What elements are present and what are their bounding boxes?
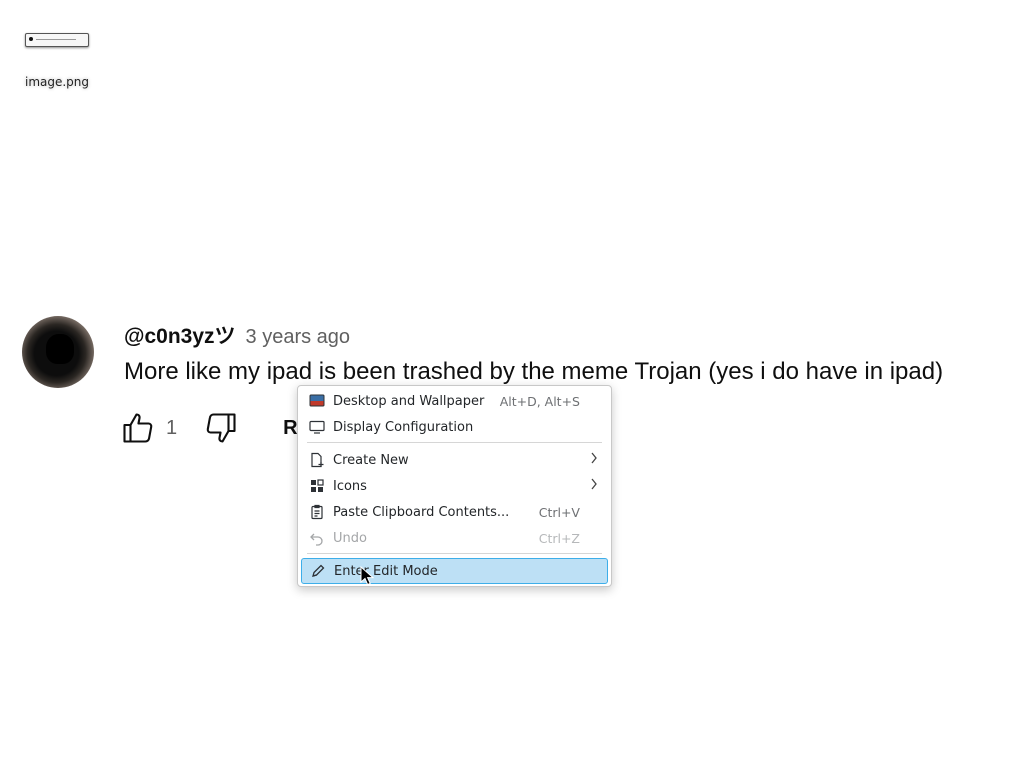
grid-icon: [309, 478, 325, 494]
desktop-file-label: image.png: [24, 75, 90, 89]
comment-timestamp[interactable]: 3 years ago: [246, 326, 351, 349]
menu-item-shortcut: Ctrl+V: [538, 504, 580, 520]
mouse-cursor-icon: [360, 566, 374, 586]
menu-item-label: Desktop and Wallpaper: [333, 393, 485, 409]
menu-item-shortcut: Ctrl+Z: [538, 530, 580, 546]
comment-header: @c0n3yzツ 3 years ago: [124, 320, 350, 350]
menu-item-label: Create New: [333, 452, 409, 468]
menu-item-label: Display Configuration: [333, 419, 474, 435]
reply-button[interactable]: R: [283, 417, 297, 440]
chevron-right-icon: [590, 452, 598, 468]
menu-item-shortcut: Alt+D, Alt+S: [499, 393, 580, 409]
menu-item-label: Paste Clipboard Contents...: [333, 504, 510, 520]
menu-item-icons[interactable]: Icons: [301, 474, 608, 498]
menu-separator: [307, 553, 602, 554]
like-count: 1: [166, 416, 178, 439]
comment-text: More like my ipad is been trashed by the…: [124, 358, 944, 385]
comment-author[interactable]: @c0n3yzツ: [124, 320, 236, 350]
menu-separator: [307, 442, 602, 443]
dislike-button[interactable]: [201, 408, 241, 448]
desktop-context-menu: Desktop and Wallpaper Alt+D, Alt+S Displ…: [297, 385, 612, 587]
new-document-icon: [309, 452, 325, 468]
menu-item-paste[interactable]: Paste Clipboard Contents... Ctrl+V: [301, 500, 608, 524]
undo-icon: [309, 530, 325, 546]
clipboard-icon: [309, 504, 325, 520]
image-file-icon: [25, 33, 89, 47]
pencil-icon: [310, 563, 326, 579]
menu-item-label: Icons: [333, 478, 367, 494]
comment-actions: 1 R: [118, 408, 298, 448]
thumbs-down-icon: [206, 413, 236, 443]
menu-item-desktop-and-wallpaper[interactable]: Desktop and Wallpaper Alt+D, Alt+S: [301, 389, 608, 413]
avatar[interactable]: [22, 316, 94, 388]
chevron-right-icon: [590, 478, 598, 494]
menu-item-display-configuration[interactable]: Display Configuration: [301, 415, 608, 439]
thumbs-up-icon: [123, 413, 153, 443]
monitor-icon: [309, 419, 325, 435]
desktop-file-image-png[interactable]: image.png: [14, 28, 100, 100]
menu-item-undo: Undo Ctrl+Z: [301, 526, 608, 550]
menu-item-enter-edit-mode[interactable]: Enter Edit Mode: [301, 558, 608, 584]
like-button[interactable]: [118, 408, 158, 448]
menu-item-label: Enter Edit Mode: [334, 563, 438, 579]
menu-item-label: Undo: [333, 530, 367, 546]
menu-item-create-new[interactable]: Create New: [301, 448, 608, 472]
wallpaper-icon: [309, 393, 325, 409]
